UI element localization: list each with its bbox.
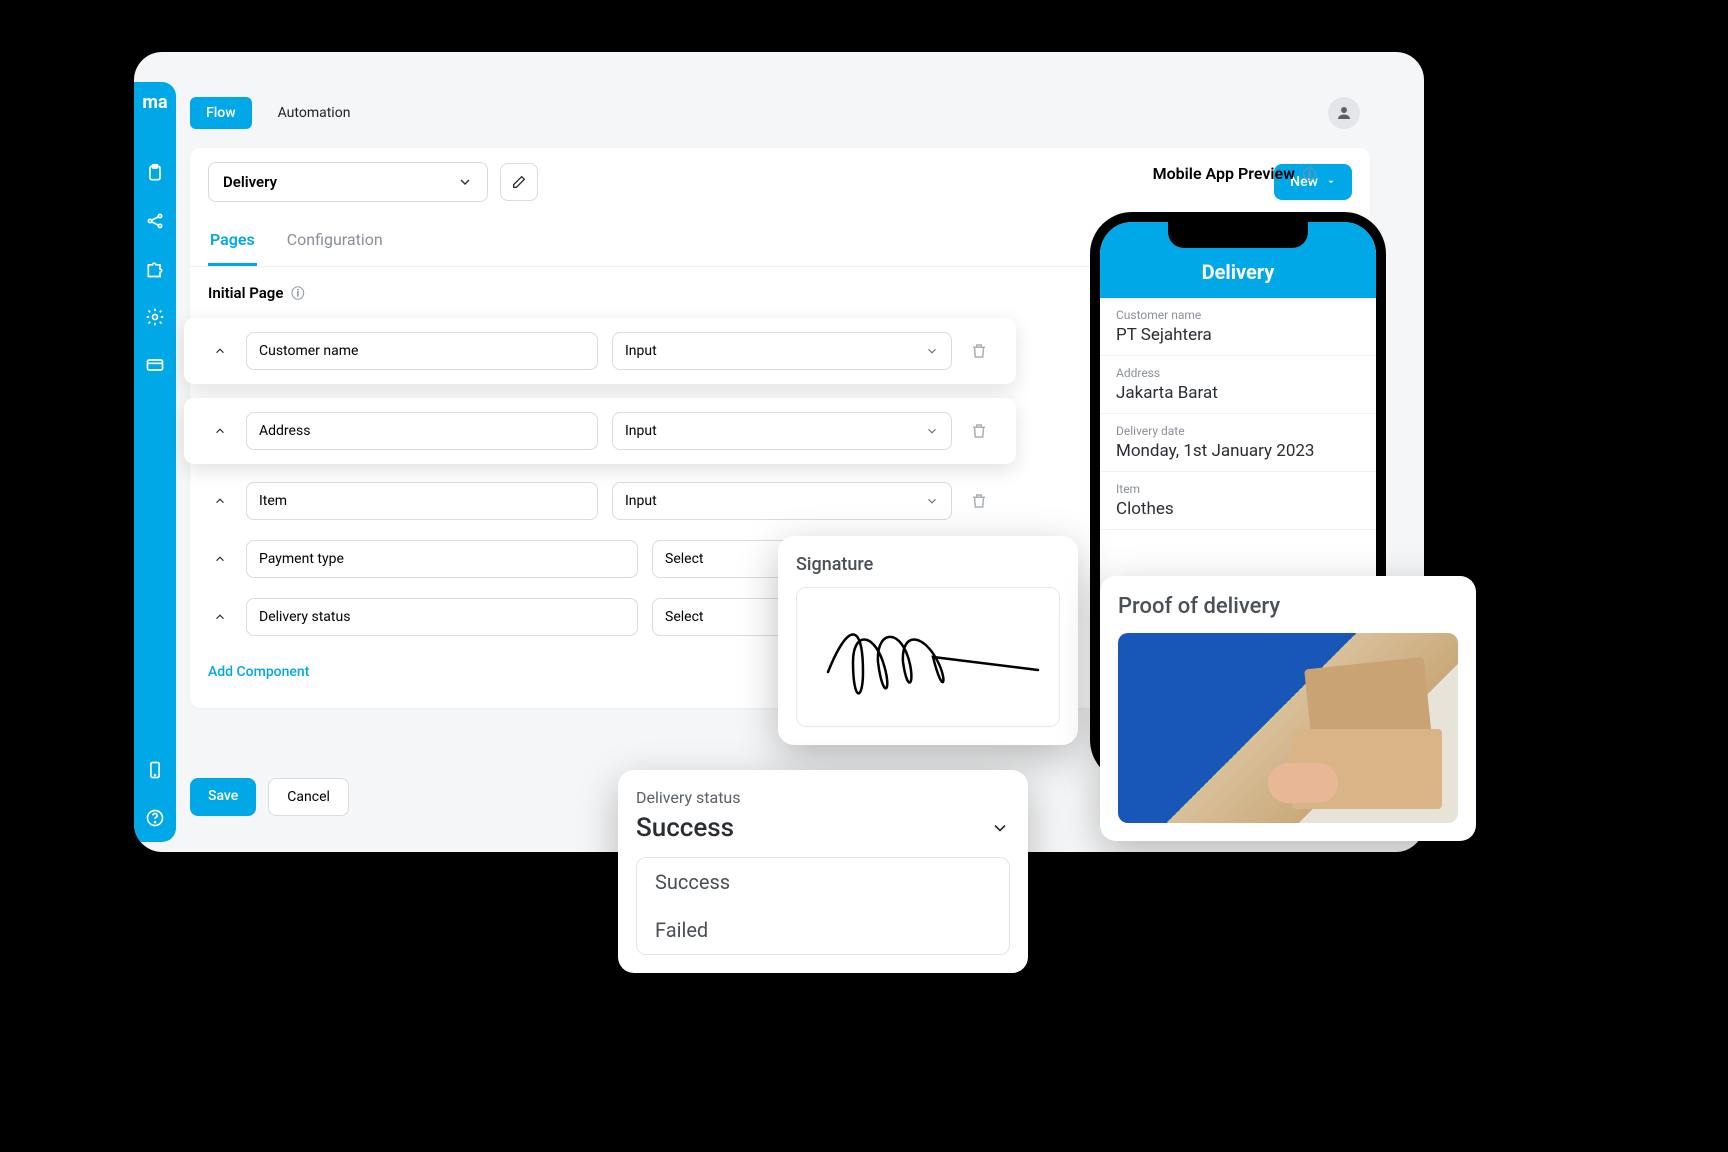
field-type-select[interactable]: Input [612,482,952,520]
help-icon[interactable] [143,806,167,830]
save-button[interactable]: Save [190,778,256,816]
status-option[interactable]: Success [637,858,1009,906]
proof-popup: Proof of delivery [1100,576,1476,841]
phone-field: Customer name PT Sejahtera [1100,298,1376,356]
brand-logo: ma [142,92,167,113]
section-title: Initial Page [208,284,283,302]
page-selector-label: Delivery [223,173,277,191]
status-popup: Delivery status Success Success Failed [618,770,1028,973]
expand-toggle[interactable] [208,547,232,571]
info-icon: ⓘ [291,283,304,302]
expand-toggle[interactable] [208,339,232,363]
phone-icon[interactable] [143,758,167,782]
proof-image [1118,633,1458,823]
status-selected[interactable]: Success [636,813,1010,851]
subtab-configuration[interactable]: Configuration [285,216,385,266]
delete-button[interactable] [966,418,992,444]
gear-icon[interactable] [143,305,167,329]
delete-button[interactable] [966,488,992,514]
sidebar: ma [134,82,176,842]
topbar: Flow Automation [190,94,1360,132]
proof-title: Proof of delivery [1118,594,1458,619]
phone-field: Address Jakarta Barat [1100,356,1376,414]
field-name-input[interactable] [246,598,638,636]
tab-automation[interactable]: Automation [262,97,367,129]
signature-title: Signature [796,554,1060,575]
footer-actions: Save Cancel [190,778,349,816]
subtab-pages[interactable]: Pages [208,216,257,266]
puzzle-icon[interactable] [143,257,167,281]
phone-field: Item Clothes [1100,472,1376,530]
field-name-input[interactable] [246,540,638,578]
edit-button[interactable] [500,163,538,201]
info-icon: ⓘ [1303,164,1316,183]
field-name-input[interactable] [246,412,598,450]
clipboard-icon[interactable] [143,161,167,185]
page-selector[interactable]: Delivery [208,162,488,202]
status-options: Success Failed [636,857,1010,955]
field-type-select[interactable]: Input [612,412,952,450]
signature-drawing [808,602,1048,712]
cancel-button[interactable]: Cancel [268,778,349,816]
share-icon[interactable] [143,209,167,233]
chevron-down-icon [457,174,473,190]
field-row: Input [190,472,1010,530]
tab-flow[interactable]: Flow [190,97,252,129]
expand-toggle[interactable] [208,489,232,513]
status-option[interactable]: Failed [637,906,1009,954]
edit-icon [511,174,527,190]
preview-title: Mobile App Preview ⓘ [1153,164,1316,183]
card-icon[interactable] [143,353,167,377]
delete-button[interactable] [966,338,992,364]
status-label: Delivery status [636,788,1010,807]
field-row: Input [184,398,1016,464]
signature-pad[interactable] [796,587,1060,727]
caret-down-icon [1326,177,1336,187]
phone-field: Delivery date Monday, 1st January 2023 [1100,414,1376,472]
signature-popup: Signature [778,536,1078,745]
expand-toggle[interactable] [208,419,232,443]
field-name-input[interactable] [246,332,598,370]
user-avatar[interactable] [1328,97,1360,129]
field-row: Input [184,318,1016,384]
chevron-down-icon [990,818,1010,838]
expand-toggle[interactable] [208,605,232,629]
phone-notch [1168,222,1308,248]
field-name-input[interactable] [246,482,598,520]
field-type-select[interactable]: Input [612,332,952,370]
